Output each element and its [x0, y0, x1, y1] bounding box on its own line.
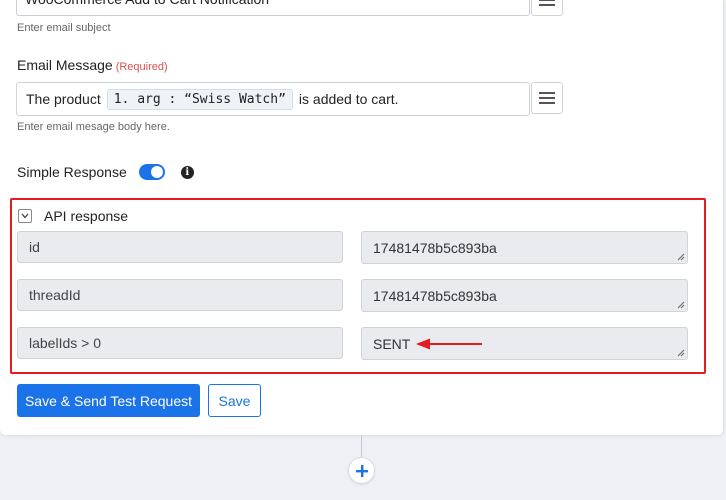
- resize-handle-icon[interactable]: [677, 301, 685, 309]
- response-key-field: labelIds > 0: [17, 327, 343, 359]
- api-response-panel: API response id 17481478b5c893ba threadI…: [10, 198, 706, 374]
- response-value-field[interactable]: 17481478b5c893ba: [361, 279, 688, 312]
- message-prefix: The product: [26, 91, 101, 107]
- variable-chip[interactable]: 1. arg : “Swiss Watch”: [106, 88, 293, 110]
- step-card: WooCommerce Add to Cart Notification Ent…: [0, 0, 724, 435]
- response-value-text: SENT: [373, 336, 411, 352]
- response-key-field: threadId: [17, 279, 343, 311]
- flow-connector: [361, 435, 362, 457]
- toggle-knob: [150, 166, 163, 178]
- email-message-field[interactable]: The product 1. arg : “Swiss Watch” is ad…: [16, 82, 530, 116]
- email-message-label-text: Email Message: [17, 57, 113, 73]
- response-value-field[interactable]: SENT: [361, 327, 688, 360]
- message-menu-button[interactable]: [531, 82, 563, 114]
- hamburger-menu-icon: [539, 0, 555, 6]
- response-value-text: 17481478b5c893ba: [373, 288, 497, 304]
- response-value-field[interactable]: 17481478b5c893ba: [361, 231, 688, 264]
- resize-handle-icon[interactable]: [677, 349, 685, 357]
- hamburger-menu-icon: [539, 92, 555, 104]
- email-message-label: Email Message (Required): [17, 57, 168, 73]
- red-arrow-icon: [416, 338, 482, 350]
- chevron-down-icon[interactable]: [18, 209, 32, 223]
- email-subject-field[interactable]: WooCommerce Add to Cart Notification: [16, 0, 530, 16]
- info-icon[interactable]: i: [180, 165, 194, 179]
- required-badge: (Required): [115, 61, 168, 73]
- plus-icon: [355, 464, 368, 477]
- resize-handle-icon[interactable]: [677, 253, 685, 261]
- subject-menu-button[interactable]: [531, 0, 563, 16]
- simple-response-label: Simple Response: [17, 164, 127, 180]
- api-response-header[interactable]: API response: [18, 208, 128, 224]
- api-response-title: API response: [44, 208, 129, 224]
- message-hint: Enter email mesage body here.: [17, 121, 170, 133]
- simple-response-toggle[interactable]: [138, 164, 165, 180]
- simple-response-row: Simple Response i: [17, 164, 194, 180]
- add-step-button[interactable]: [348, 457, 375, 484]
- subject-hint: Enter email subject: [17, 22, 111, 34]
- response-key-field: id: [17, 231, 343, 263]
- save-button[interactable]: Save: [208, 384, 261, 417]
- save-and-send-test-button[interactable]: Save & Send Test Request: [17, 384, 200, 417]
- message-suffix: is added to cart.: [298, 91, 399, 107]
- response-value-text: 17481478b5c893ba: [373, 240, 497, 256]
